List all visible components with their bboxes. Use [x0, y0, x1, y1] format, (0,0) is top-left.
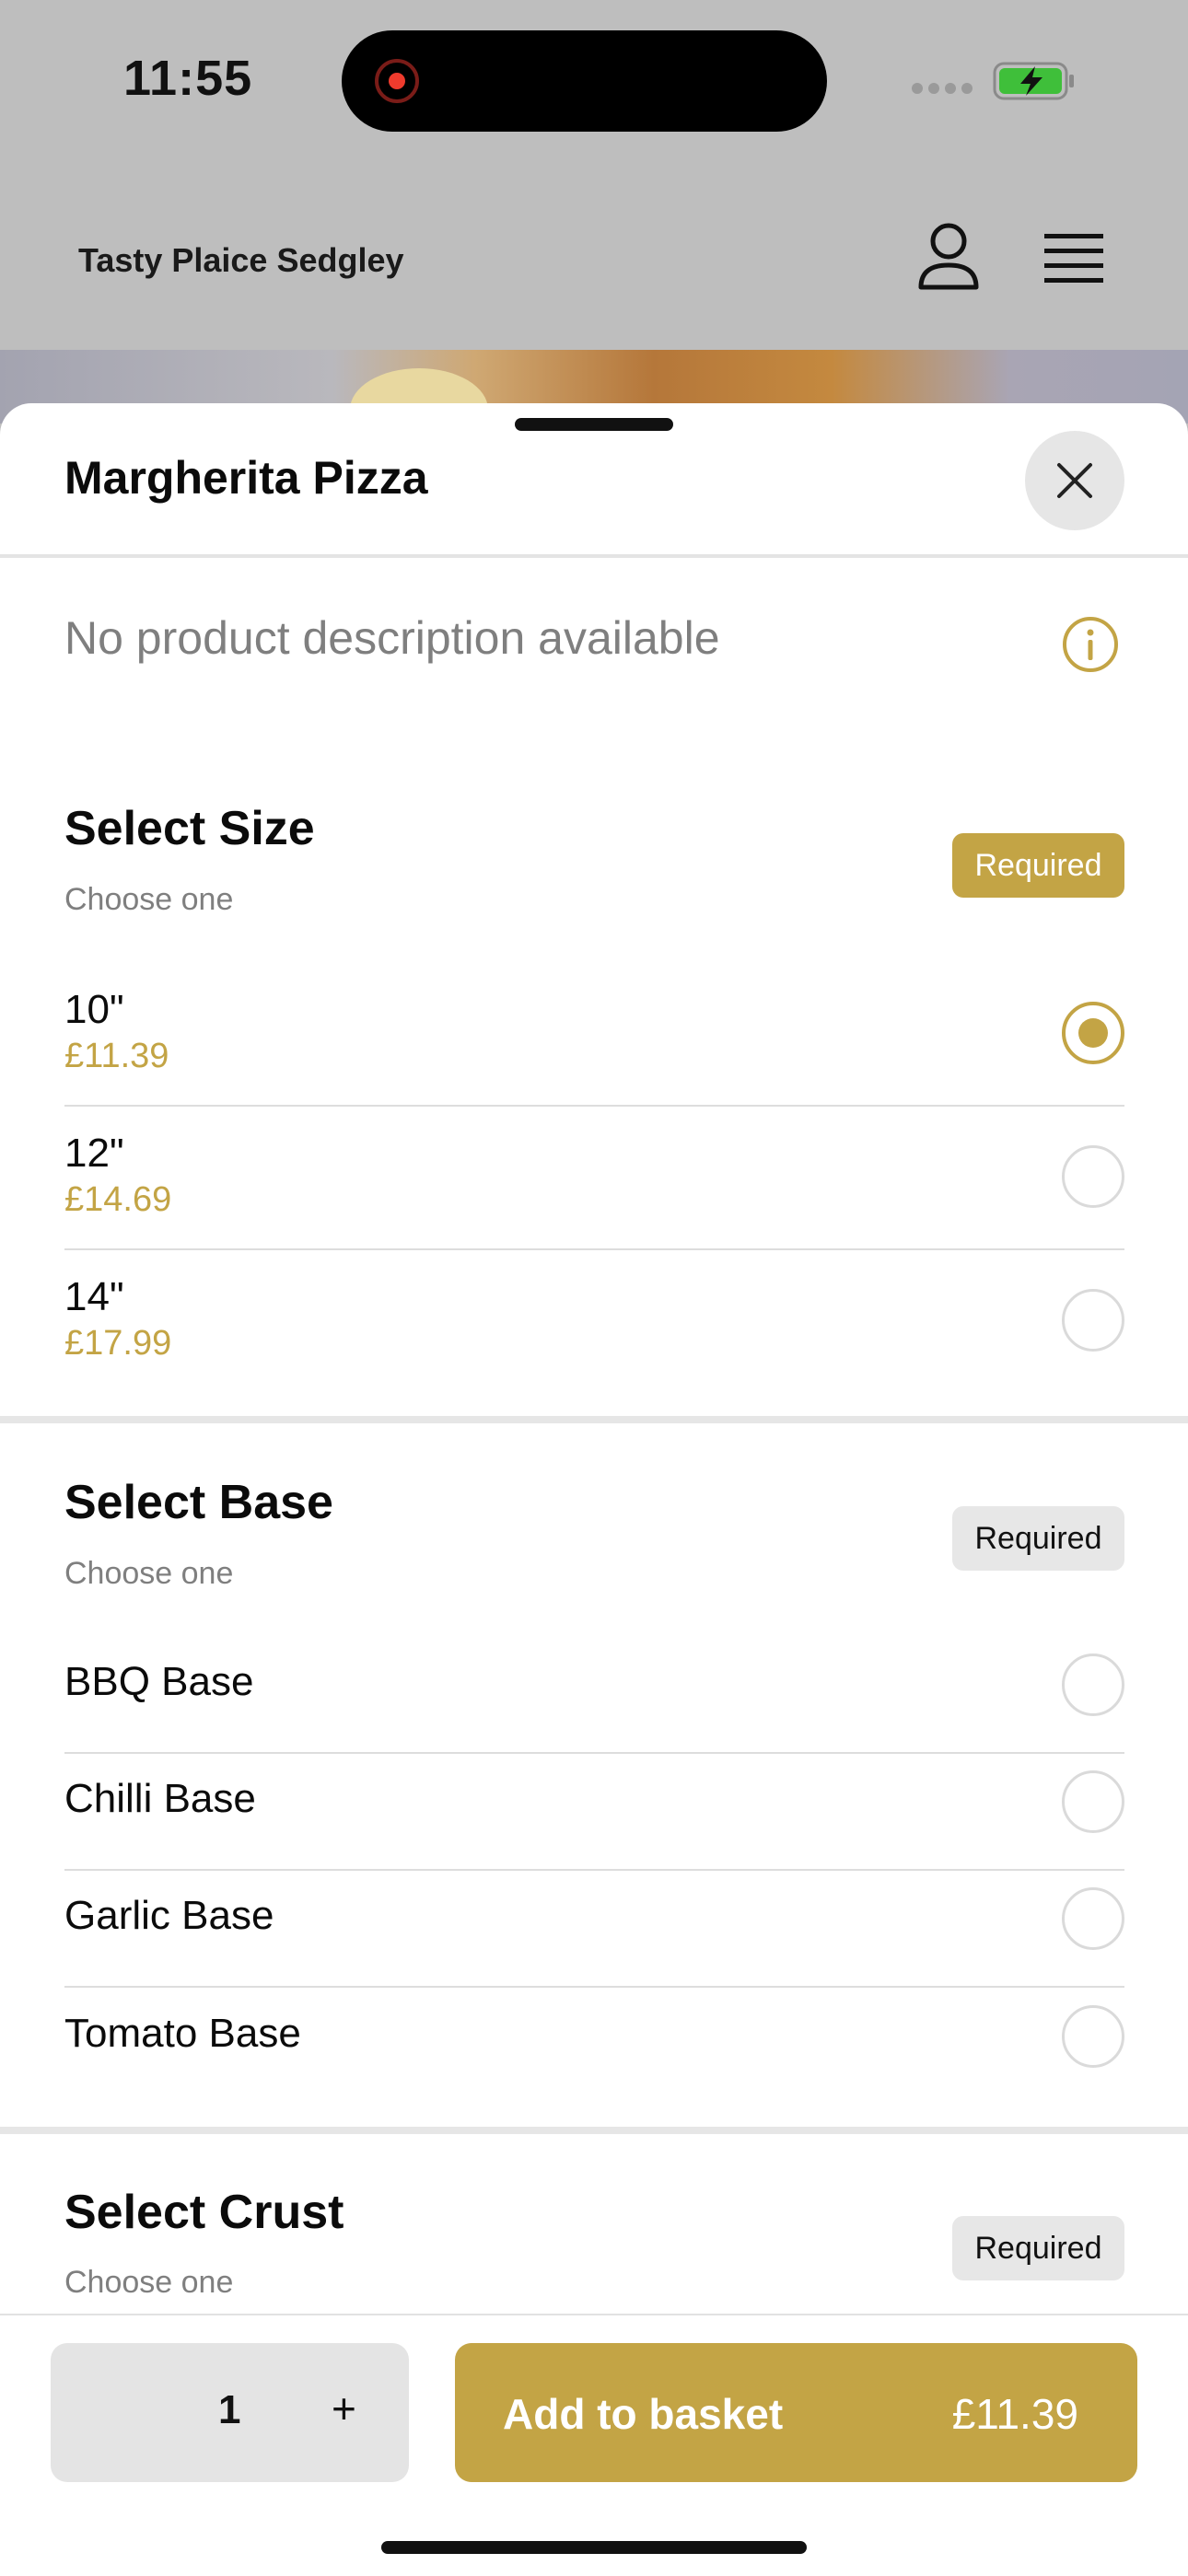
add-to-basket-label: Add to basket — [503, 2390, 784, 2438]
menu-icon[interactable] — [1044, 232, 1103, 284]
add-to-basket-button[interactable]: Add to basket £11.39 — [455, 2343, 1137, 2482]
base-section-title: Select Base — [64, 1476, 333, 1529]
status-time: 11:55 — [123, 51, 253, 106]
bottom-action-bar: 1 + Add to basket £11.39 — [0, 2314, 1188, 2576]
close-icon — [1057, 463, 1092, 498]
size-option-14[interactable]: 14" £17.99 — [64, 1274, 1124, 1412]
option-name: 14" — [64, 1274, 124, 1319]
base-option-chilli[interactable]: Chilli Base — [64, 1770, 1124, 1868]
home-indicator[interactable] — [381, 2541, 807, 2554]
recording-icon — [375, 59, 419, 103]
radio-unselected[interactable] — [1062, 2005, 1124, 2068]
row-divider — [64, 1105, 1124, 1107]
increment-button[interactable]: + — [332, 2384, 356, 2433]
row-divider — [64, 1986, 1124, 1988]
radio-unselected[interactable] — [1062, 1770, 1124, 1833]
base-option-garlic[interactable]: Garlic Base — [64, 1887, 1124, 1985]
option-name: 10" — [64, 987, 124, 1032]
option-name: Garlic Base — [64, 1893, 274, 1938]
radio-selected[interactable] — [1062, 1002, 1124, 1064]
radio-unselected[interactable] — [1062, 1887, 1124, 1950]
product-sheet: Margherita Pizza No product description … — [0, 403, 1188, 2574]
crust-required-badge: Required — [952, 2216, 1124, 2280]
radio-unselected[interactable] — [1062, 1654, 1124, 1716]
option-price: £17.99 — [64, 1324, 172, 1363]
base-option-bbq[interactable]: BBQ Base — [64, 1654, 1124, 1751]
section-divider — [0, 1416, 1188, 1423]
crust-section-subtitle: Choose one — [64, 2265, 234, 2300]
battery-icon — [993, 62, 1074, 100]
radio-unselected[interactable] — [1062, 1145, 1124, 1208]
row-divider — [64, 1752, 1124, 1754]
sheet-grabber[interactable] — [515, 418, 673, 431]
quantity-stepper[interactable]: 1 + — [51, 2343, 409, 2482]
signal-icon — [912, 83, 973, 94]
size-section-title: Select Size — [64, 802, 315, 855]
option-name: BBQ Base — [64, 1659, 254, 1704]
quantity-value: 1 — [218, 2387, 241, 2432]
divider — [0, 554, 1188, 558]
section-divider — [0, 2127, 1188, 2134]
info-icon[interactable] — [1061, 615, 1120, 674]
add-to-basket-price: £11.39 — [951, 2390, 1078, 2438]
option-name: 12" — [64, 1131, 124, 1176]
size-section-subtitle: Choose one — [64, 882, 234, 917]
base-required-badge: Required — [952, 1506, 1124, 1571]
product-description: No product description available — [64, 612, 720, 664]
product-title: Margherita Pizza — [64, 452, 428, 504]
user-icon[interactable] — [917, 221, 980, 291]
crust-section-title: Select Crust — [64, 2186, 344, 2239]
size-required-badge: Required — [952, 833, 1124, 898]
row-divider — [64, 1869, 1124, 1871]
option-name: Chilli Base — [64, 1776, 256, 1821]
radio-unselected[interactable] — [1062, 1289, 1124, 1352]
close-button[interactable] — [1025, 431, 1124, 530]
option-price: £11.39 — [64, 1037, 169, 1075]
option-name: Tomato Base — [64, 2011, 301, 2056]
restaurant-name: Tasty Plaice Sedgley — [78, 241, 404, 279]
dynamic-island — [342, 30, 827, 132]
row-divider — [64, 1248, 1124, 1250]
base-option-tomato[interactable]: Tomato Base — [64, 2005, 1124, 2103]
base-section-subtitle: Choose one — [64, 1556, 234, 1591]
option-price: £14.69 — [64, 1180, 172, 1219]
